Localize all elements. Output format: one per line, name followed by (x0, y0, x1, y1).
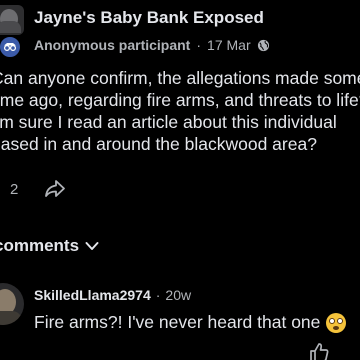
flushed-face-icon (326, 312, 347, 333)
post-body-line: Can anyone confirm, the allegations made… (0, 68, 360, 88)
comment-separator: · (155, 287, 161, 303)
comment-age: 20w (165, 287, 192, 303)
post-avatars (0, 5, 28, 59)
chevron-down-icon (85, 242, 99, 250)
comment-author[interactable]: SkilledLlama2974 (34, 287, 151, 303)
post-author[interactable]: Anonymous participant (34, 37, 190, 53)
group-avatar[interactable] (0, 5, 24, 35)
post-body-line: based in and around the blackwood area? (0, 134, 317, 154)
post-actions: 2 (0, 177, 66, 201)
post-body-line: time ago, regarding fire arms, and threa… (0, 90, 360, 110)
anonymous-participant-icon (0, 35, 22, 59)
meta-separator: · (196, 37, 202, 53)
reaction-icon[interactable] (0, 183, 6, 195)
group-name[interactable]: Jayne's Baby Bank Exposed (34, 8, 264, 28)
post-body-line: I'm sure I read an article about this in… (0, 112, 337, 132)
post-body: Can anyone confirm, the allegations made… (0, 67, 360, 155)
thumbs-up-icon[interactable] (309, 342, 329, 360)
comments-header-label: comments (0, 236, 80, 255)
reaction-count[interactable]: 2 (10, 181, 18, 198)
comment-text: Fire arms?! I've never heard that one (34, 312, 347, 333)
commenter-avatar[interactable] (0, 283, 24, 325)
post-meta: Anonymous participant · 17 Mar (34, 37, 270, 53)
share-icon[interactable] (44, 179, 66, 199)
comment-meta: SkilledLlama2974 · 20w (34, 287, 191, 303)
post-date[interactable]: 17 Mar (207, 37, 251, 53)
comments-sort-toggle[interactable]: comments (0, 236, 99, 256)
globe-icon (257, 39, 269, 51)
comment-text-content: Fire arms?! I've never heard that one (34, 312, 321, 332)
